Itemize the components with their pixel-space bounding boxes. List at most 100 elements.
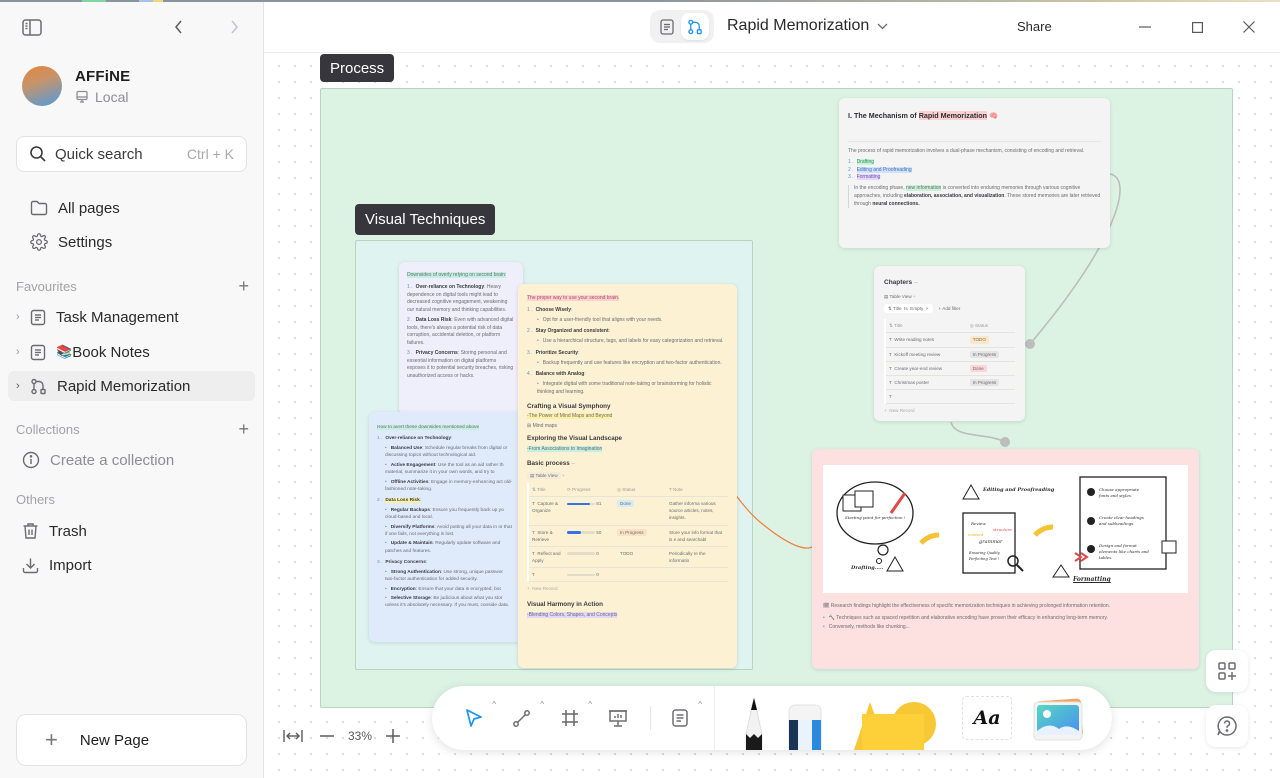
fit-to-screen-icon[interactable] <box>282 728 304 744</box>
back-arrow-icon[interactable] <box>168 16 188 38</box>
avert-item: • Update & Maintain: Regularly update sof… <box>385 541 501 554</box>
zoom-in-icon[interactable] <box>386 729 401 743</box>
maximize-button[interactable] <box>1184 14 1210 40</box>
minimize-button[interactable] <box>1132 14 1158 40</box>
shape-tool[interactable] <box>852 700 938 750</box>
eraser-tool[interactable] <box>788 704 822 750</box>
sidebar-toggle-icon[interactable] <box>20 16 44 38</box>
research-bullet: • Conversely, methods like chunking... <box>823 623 910 630</box>
edgeless-toolbar: ^ ^ ^ ^ Aa <box>432 686 1112 750</box>
note-tool[interactable]: ^ <box>666 700 702 732</box>
sidebar-item-trash[interactable]: Trash <box>8 516 255 546</box>
edgeless-canvas[interactable]: Process Visual Techniques I. The Mechani… <box>265 54 1280 778</box>
basic-process-view-tab[interactable]: ▤ Table View + <box>527 472 728 479</box>
presentation-tool[interactable] <box>604 704 632 732</box>
zoom-out-icon[interactable] <box>320 735 334 737</box>
computer-icon <box>76 90 88 103</box>
info-icon <box>22 451 40 469</box>
document-title[interactable]: Rapid Memorization <box>727 17 888 35</box>
avert-item: • Balanced Use: Schedule regular breaks f… <box>385 445 508 459</box>
caret-up-icon[interactable]: ^ <box>540 700 544 709</box>
sidebar-item-label: Settings <box>58 233 113 251</box>
chapters-add-filter[interactable]: + Add filter <box>939 305 961 312</box>
workspace-type: Local <box>95 88 129 105</box>
quick-search-button[interactable]: Quick search Ctrl + K <box>16 136 247 172</box>
add-favourite-icon[interactable]: + <box>238 276 249 297</box>
collections-header: Collections <box>16 422 80 437</box>
illustration-writing-process[interactable]: Starting point for perfection ! Drafting… <box>823 465 1188 593</box>
note-research[interactable]: Starting point for perfection ! Drafting… <box>812 449 1199 669</box>
downsides-item: 1 . Over-reliance on Technology: Heavy de… <box>407 283 508 313</box>
sub-harmony: -Blending Colors, Shapes, and Concepts <box>527 611 618 618</box>
expand-chevron-icon[interactable]: › <box>16 346 20 358</box>
table-row: T Create year-end review Done <box>885 361 1015 376</box>
sidebar-item-label: Import <box>49 556 92 574</box>
downsides-item: 3 . Privacy Concerns: Storing personal an… <box>407 349 514 379</box>
frame-title-process[interactable]: Process <box>320 54 395 82</box>
favourite-task-management[interactable]: › Task Management <box>8 302 255 332</box>
page-icon <box>30 344 46 360</box>
note-chapters[interactable]: Chapters – ▤ Table View + ⇅ Title Is Emp… <box>874 266 1025 421</box>
frame-tool[interactable]: ^ <box>556 700 592 732</box>
image-tool[interactable] <box>1030 698 1086 742</box>
caret-up-icon[interactable]: ^ <box>698 700 702 709</box>
table-row[interactable]: T 0 <box>528 567 728 583</box>
edgeless-icon <box>31 378 46 394</box>
table-row[interactable]: T Reflect and Apply 0 TODO Periodically re… <box>528 546 728 568</box>
mind-maps-link[interactable]: ⊞ Mind maps <box>527 423 728 431</box>
mechanism-heading: I. The Mechanism of Rapid Memorization 🧠 <box>848 111 998 120</box>
chapters-new-record[interactable]: + New Record <box>884 407 1015 414</box>
zoom-controls: 33% <box>282 728 401 744</box>
note-mechanism[interactable]: I. The Mechanism of Rapid Memorization 🧠… <box>839 98 1110 248</box>
page-icon <box>30 309 46 325</box>
header: Rapid Memorization Share <box>264 0 1280 53</box>
favourite-rapid-memorization[interactable]: › Rapid Memorization <box>8 371 255 401</box>
new-page-button[interactable]: + New Page <box>16 714 247 766</box>
page-mode-button[interactable] <box>653 13 681 40</box>
sidebar-item-all-pages[interactable]: All pages <box>8 193 255 223</box>
note-avert-downsides[interactable]: How to avert these downsides mentioned a… <box>369 412 521 642</box>
caret-up-icon[interactable]: ^ <box>492 700 496 709</box>
quick-search-shortcut: Ctrl + K <box>186 146 234 162</box>
table-row[interactable]: T Capture & Organize 81 Done Gather inform… <box>528 496 728 526</box>
expand-chevron-icon[interactable]: › <box>16 311 20 323</box>
zoom-level[interactable]: 33% <box>348 729 372 743</box>
sidebar-item-label: All pages <box>58 199 120 217</box>
text-tool[interactable]: Aa <box>962 696 1012 740</box>
note-downsides[interactable]: Downsides of overly relying on second br… <box>399 262 523 414</box>
proper-way-item: 2 . Stay Organized and consistent: • Use a … <box>527 328 724 344</box>
plus-icon: + <box>45 727 58 752</box>
pen-tool[interactable] <box>742 696 766 750</box>
share-button[interactable]: Share <box>1017 19 1052 34</box>
frame-title-visual-techniques[interactable]: Visual Techniques <box>355 204 496 235</box>
close-icon <box>1243 21 1255 33</box>
note-proper-way[interactable]: The proper way to use your second brain.… <box>518 284 737 668</box>
create-collection-button[interactable]: Create a collection <box>8 445 255 475</box>
caret-up-icon[interactable]: ^ <box>588 700 592 709</box>
sub-exploring: -From Associations to Imagination <box>527 445 603 452</box>
edgeless-mode-button[interactable] <box>681 13 709 40</box>
close-button[interactable] <box>1236 14 1262 40</box>
avert-group-heading: 1 . Over-reliance on Technology: <box>377 436 453 442</box>
avert-item: • Strong Authentication: Use strong, uniq… <box>385 569 504 583</box>
workspace-switcher[interactable]: AFFiNE Local <box>22 66 130 106</box>
image-icon <box>1033 698 1084 741</box>
proper-way-item: 4 . Balance with Analog: • Integrate digita… <box>527 371 712 395</box>
add-template-button[interactable] <box>1206 650 1248 692</box>
sidebar-item-settings[interactable]: Settings <box>8 227 255 257</box>
forward-arrow-icon[interactable] <box>224 16 244 38</box>
select-tool[interactable]: ^ <box>460 700 496 732</box>
expand-chevron-icon[interactable]: › <box>16 380 20 392</box>
avert-title: How to avert these downsides mentioned a… <box>377 425 480 430</box>
basic-process-new-record[interactable]: + New Record <box>527 585 728 592</box>
add-collection-icon[interactable]: + <box>238 419 249 440</box>
help-button[interactable] <box>1206 705 1248 747</box>
sidebar-item-import[interactable]: Import <box>8 550 255 580</box>
chapters-filter-chip[interactable]: ⇅ Title Is Empty × <box>884 304 933 314</box>
grid-plus-icon <box>1218 662 1236 680</box>
chapters-view-tab[interactable]: ▤ Table View + <box>884 293 1015 300</box>
maximize-icon <box>1191 21 1203 33</box>
table-row[interactable]: T Store & Retrieve 50 In Progress Store yo… <box>528 525 728 547</box>
connector-tool[interactable]: ^ <box>508 700 544 732</box>
favourite-book-notes[interactable]: › 📚 Book Notes <box>8 337 255 367</box>
